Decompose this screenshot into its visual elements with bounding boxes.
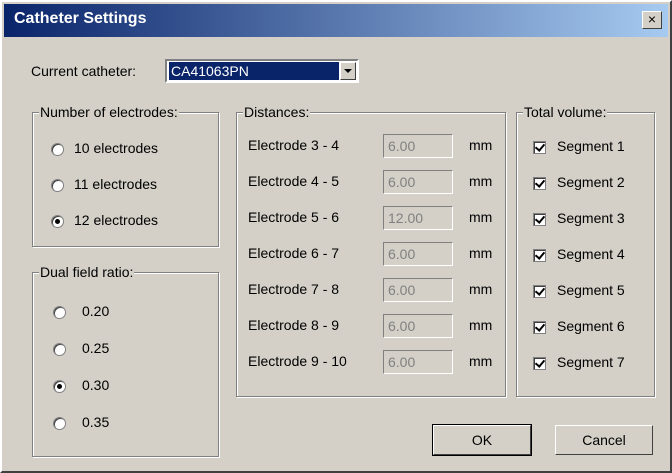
distance-input[interactable]: 12.00 — [383, 206, 453, 230]
distance-unit: mm — [469, 173, 493, 189]
electrodes-radio[interactable] — [51, 143, 64, 156]
catheter-settings-dialog: Catheter Settings × Current catheter: CA… — [0, 0, 672, 473]
distance-unit: mm — [469, 137, 493, 153]
distance-input[interactable]: 6.00 — [383, 134, 453, 158]
chevron-down-icon[interactable] — [340, 62, 356, 80]
current-catheter-label: Current catheter: — [31, 63, 137, 79]
segment-checkbox[interactable] — [533, 321, 546, 334]
distance-input[interactable]: 6.00 — [383, 314, 453, 338]
distance-input[interactable]: 6.00 — [383, 242, 453, 266]
distance-label: Electrode 7 - 8 — [248, 281, 340, 297]
distance-input[interactable]: 6.00 — [383, 350, 453, 374]
window-title: Catheter Settings — [14, 10, 147, 27]
distance-unit: mm — [469, 353, 493, 369]
distance-unit: mm — [469, 281, 493, 297]
dual-field-radio[interactable] — [53, 306, 66, 319]
distance-label: Electrode 9 - 10 — [248, 353, 347, 369]
segment-checkbox[interactable] — [533, 213, 546, 226]
segment-label: Segment 4 — [557, 246, 625, 262]
distance-input[interactable]: 6.00 — [383, 278, 453, 302]
electrodes-radio[interactable] — [51, 179, 64, 192]
ok-button[interactable]: OK — [432, 424, 532, 456]
distance-unit: mm — [469, 317, 493, 333]
dual-field-radio-label: 0.25 — [82, 340, 110, 356]
distance-label: Electrode 5 - 6 — [248, 209, 340, 225]
dual-field-radio[interactable] — [53, 417, 66, 430]
electrodes-radio-label: 10 electrodes — [74, 140, 159, 156]
dual-field-radio[interactable] — [53, 343, 66, 356]
segment-checkbox[interactable] — [533, 177, 546, 190]
distances-group-title: Distances: — [243, 104, 311, 120]
distance-unit: mm — [469, 245, 493, 261]
close-button[interactable]: × — [642, 11, 662, 29]
distance-label: Electrode 3 - 4 — [248, 137, 340, 153]
segment-label: Segment 6 — [557, 318, 625, 334]
distance-input[interactable]: 6.00 — [383, 170, 453, 194]
distance-unit: mm — [469, 209, 493, 225]
distance-label: Electrode 6 - 7 — [248, 245, 340, 261]
title-bar: Catheter Settings × — [4, 4, 668, 37]
segment-label: Segment 2 — [557, 174, 625, 190]
dual-field-radio[interactable] — [53, 380, 66, 393]
dual-field-radio-label: 0.35 — [82, 414, 110, 430]
segment-checkbox[interactable] — [533, 357, 546, 370]
current-catheter-value: CA41063PN — [168, 61, 340, 81]
distance-label: Electrode 8 - 9 — [248, 317, 340, 333]
total-volume-group-title: Total volume: — [523, 104, 608, 120]
electrodes-group-title: Number of electrodes: — [39, 104, 179, 120]
current-catheter-select[interactable]: CA41063PN — [165, 59, 359, 83]
distance-label: Electrode 4 - 5 — [248, 173, 340, 189]
segment-checkbox[interactable] — [533, 141, 546, 154]
electrodes-radio-label: 11 electrodes — [74, 176, 158, 192]
segment-checkbox[interactable] — [533, 249, 546, 262]
segment-label: Segment 3 — [557, 210, 625, 226]
segment-checkbox[interactable] — [533, 285, 546, 298]
electrodes-radio[interactable] — [51, 215, 64, 228]
segment-label: Segment 7 — [557, 354, 625, 370]
electrodes-radio-label: 12 electrodes — [74, 212, 159, 228]
dual-field-radio-label: 0.20 — [82, 303, 110, 319]
segment-label: Segment 5 — [557, 282, 625, 298]
cancel-button[interactable]: Cancel — [555, 425, 653, 455]
dual-field-group-title: Dual field ratio: — [39, 264, 135, 280]
segment-label: Segment 1 — [557, 138, 625, 154]
dual-field-radio-label: 0.30 — [82, 377, 110, 393]
